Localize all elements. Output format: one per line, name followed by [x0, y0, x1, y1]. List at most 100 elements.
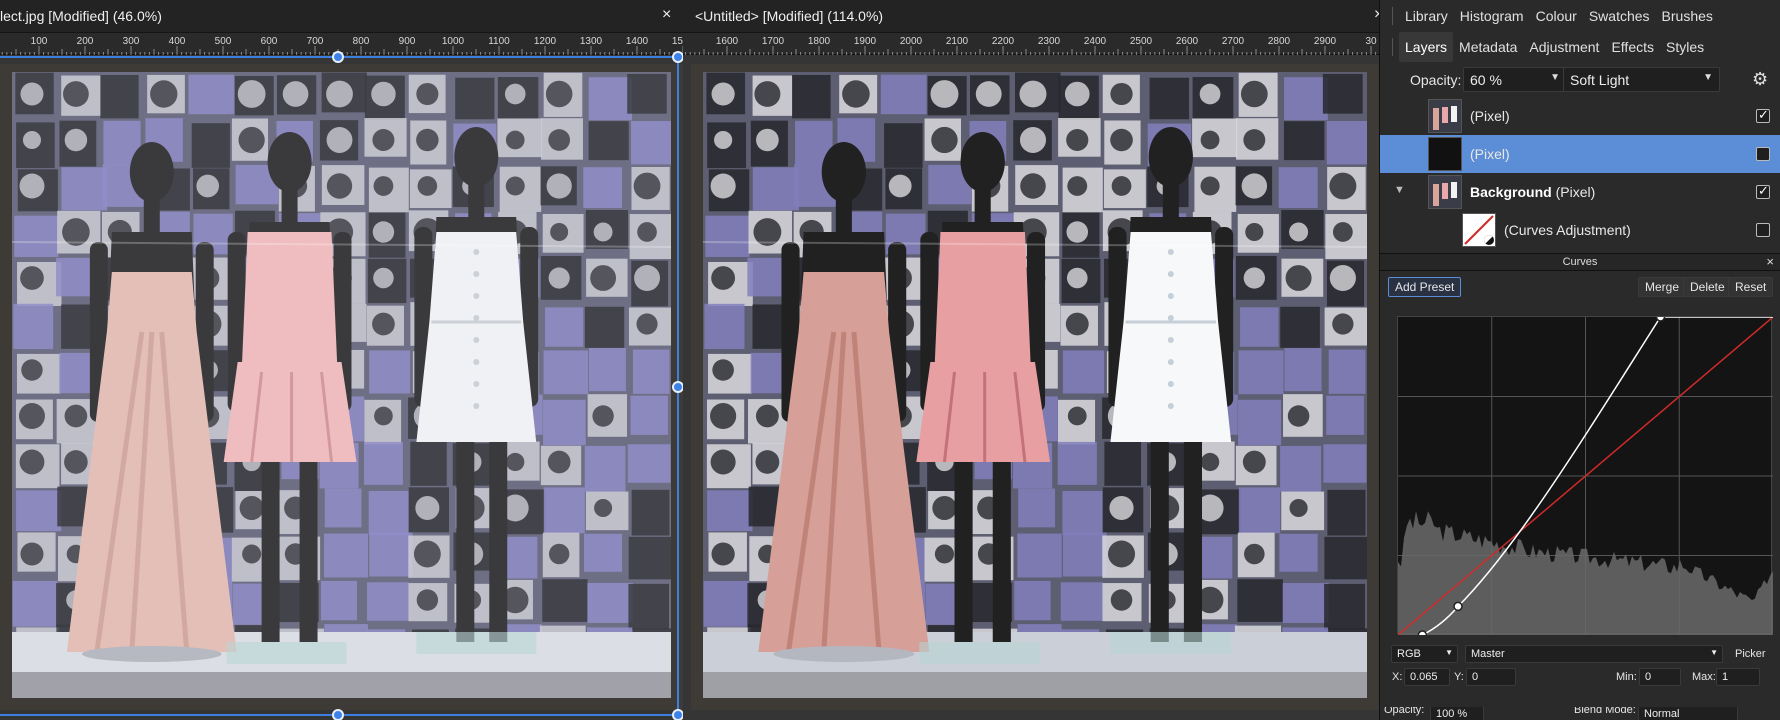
glass-reflection	[12, 72, 671, 698]
studio-panel: Library Histogram Colour Swatches Brushe…	[1379, 0, 1780, 720]
ruler-label: 2000	[900, 36, 923, 47]
ruler-label: 2100	[946, 36, 969, 47]
ruler-label: 1700	[762, 36, 785, 47]
blend-mode-dropdown[interactable]: Normal	[1638, 707, 1738, 720]
min-field[interactable]: 0	[1639, 668, 1681, 686]
divider	[1392, 37, 1393, 56]
ruler-label: 1500	[672, 36, 683, 47]
ruler-label: 900	[399, 36, 416, 47]
layer-row-child[interactable]: (Curves Adjustment)	[1380, 211, 1780, 249]
layer-options-row: Opacity: 60 % ▼ Soft Light ▼ ⚙	[1380, 64, 1780, 96]
document-title: lect.jpg [Modified] (46.0%)	[0, 8, 162, 24]
ruler-label: 1000	[442, 36, 465, 47]
close-icon[interactable]: ×	[1766, 254, 1774, 270]
blend-mode-label: Blend Mode:	[1574, 707, 1636, 716]
merge-button[interactable]: Merge	[1638, 277, 1687, 297]
tab-effects[interactable]: Effects	[1605, 39, 1660, 55]
expand-triangle-icon[interactable]: ▼	[1394, 184, 1405, 196]
channel-dropdown[interactable]: RGB ▼	[1391, 645, 1458, 663]
tab-adjustment[interactable]: Adjustment	[1523, 39, 1605, 55]
ruler-label: 400	[169, 36, 186, 47]
ruler-label: 500	[215, 36, 232, 47]
curves-graph[interactable]	[1397, 312, 1774, 640]
chevron-down-icon: ▼	[1550, 72, 1560, 83]
add-preset-button[interactable]: Add Preset	[1388, 277, 1462, 297]
reset-button[interactable]: Reset	[1728, 277, 1774, 297]
document-window-left[interactable]: lect.jpg [Modified] (46.0%) × 100 200 300 4…	[0, 0, 683, 720]
ruler-label: 1800	[808, 36, 831, 47]
layer-thumbnail	[1428, 137, 1462, 171]
document-tab-left[interactable]: lect.jpg [Modified] (46.0%) ×	[0, 0, 683, 33]
layer-row-selected[interactable]: (Pixel)	[1380, 135, 1780, 173]
selection-handle[interactable]	[332, 51, 344, 63]
layer-name: (Pixel)	[1470, 146, 1510, 162]
ruler-label: 2700	[1222, 36, 1245, 47]
document-window-right[interactable]: <Untitled> [Modified] (114.0%) × 1600 170…	[683, 0, 1379, 720]
layer-thumbnail	[1428, 175, 1462, 209]
layer-row[interactable]: (Pixel)	[1380, 97, 1780, 135]
canvas-image-adjusted[interactable]	[691, 64, 1379, 710]
ruler-label: 2800	[1268, 36, 1291, 47]
tab-styles[interactable]: Styles	[1660, 39, 1710, 55]
selection-handle[interactable]	[332, 709, 344, 720]
tab-swatches[interactable]: Swatches	[1583, 8, 1656, 24]
selection-handle[interactable]	[672, 709, 683, 720]
tab-colour[interactable]: Colour	[1530, 8, 1583, 24]
target-value: Master	[1471, 648, 1505, 660]
curves-title: Curves	[1562, 256, 1598, 268]
blend-mode-value: Soft Light	[1570, 72, 1630, 88]
y-field[interactable]: 0	[1466, 668, 1516, 686]
gear-icon[interactable]: ⚙	[1752, 69, 1768, 90]
ruler-label: 2500	[1130, 36, 1153, 47]
curves-adjustment-icon	[1462, 213, 1496, 247]
glass-reflection	[703, 72, 1367, 698]
blend-mode-dropdown[interactable]: Soft Light ▼	[1563, 67, 1720, 92]
layer-row[interactable]: ▼ Background (Pixel)	[1380, 173, 1780, 211]
tab-histogram[interactable]: Histogram	[1454, 8, 1530, 24]
selection-handle[interactable]	[672, 51, 683, 63]
ruler-label: 2600	[1176, 36, 1199, 47]
tab-layers[interactable]: Layers	[1399, 31, 1454, 62]
target-dropdown[interactable]: Master ▼	[1465, 645, 1723, 663]
chevron-down-icon: ▼	[1703, 72, 1713, 83]
opacity-dropdown[interactable]: 60 % ▼	[1463, 67, 1567, 92]
opacity-dropdown[interactable]: 100 %	[1430, 707, 1484, 720]
x-field[interactable]: 0.065	[1404, 668, 1450, 686]
canvas-image-original[interactable]	[0, 64, 683, 710]
layer-name: (Curves Adjustment)	[1504, 222, 1631, 238]
layer-title: Background	[1470, 184, 1552, 200]
layer-visibility-checkbox[interactable]	[1756, 183, 1770, 199]
layer-visibility-checkbox[interactable]	[1756, 223, 1770, 237]
ruler-label: 200	[77, 36, 94, 47]
ruler-label: 1600	[716, 36, 739, 47]
ruler-label: 1900	[854, 36, 877, 47]
tab-metadata[interactable]: Metadata	[1453, 39, 1523, 55]
ruler-label: 2200	[992, 36, 1015, 47]
delete-button[interactable]: Delete	[1683, 277, 1732, 297]
curve-control-point[interactable]	[1655, 312, 1666, 322]
opacity-label: Opacity:	[1384, 707, 1425, 716]
ruler-label: 2300	[1038, 36, 1061, 47]
opacity-label: Opacity:	[1410, 72, 1462, 88]
picker-button[interactable]: Picker	[1735, 648, 1766, 660]
ruler-label: 30	[1365, 36, 1377, 47]
x-label: X:	[1392, 671, 1403, 683]
selection-handle[interactable]	[672, 381, 683, 393]
document-tab-right[interactable]: <Untitled> [Modified] (114.0%) ×	[683, 0, 1379, 33]
ruler-label: 300	[123, 36, 140, 47]
max-field[interactable]: 1	[1716, 668, 1760, 686]
tab-brushes[interactable]: Brushes	[1656, 8, 1719, 24]
layer-visibility-checkbox[interactable]	[1756, 107, 1770, 123]
layer-visibility-checkbox[interactable]	[1756, 147, 1770, 161]
chevron-down-icon: ▼	[1445, 648, 1453, 657]
horizontal-ruler[interactable]: 1600 1700 1800 1900 2000 2100 2200 2300 2400 2500…	[683, 33, 1379, 55]
curve-control-point[interactable]	[1453, 601, 1463, 612]
tab-library[interactable]: Library	[1399, 8, 1454, 24]
max-label: Max:	[1692, 671, 1716, 683]
curve-control-point[interactable]	[1417, 630, 1428, 640]
channel-value: RGB	[1397, 648, 1421, 660]
close-icon[interactable]: ×	[662, 6, 671, 24]
y-label: Y:	[1454, 671, 1464, 683]
layer-name: (Pixel)	[1470, 108, 1510, 124]
ruler-label: 1400	[626, 36, 649, 47]
